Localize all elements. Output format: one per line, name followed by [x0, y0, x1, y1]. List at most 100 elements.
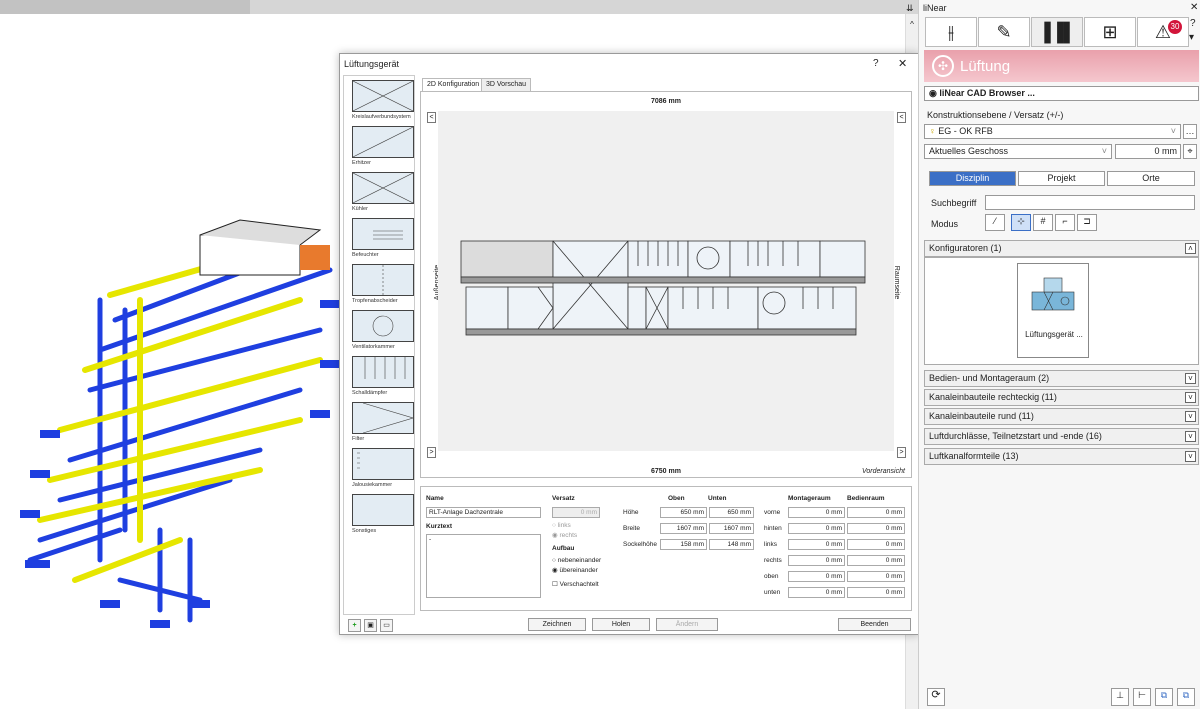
duct-yellow — [82, 297, 303, 373]
chevron-down-icon[interactable]: ˅ — [1185, 411, 1196, 422]
hoehe-unten-input[interactable]: 650 mm — [709, 507, 754, 518]
tab-2d-configuration[interactable]: 2D Konfiguration — [422, 78, 485, 91]
montage-input-0[interactable]: 0 mm — [788, 507, 845, 518]
help-icon[interactable]: ? — [873, 58, 879, 69]
ahu-section — [627, 286, 647, 330]
component-louvre-chamber[interactable]: Jalousiekammer — [352, 448, 414, 488]
holen-button[interactable]: Holen — [592, 618, 650, 631]
breite-oben-input[interactable]: 1607 mm — [660, 523, 707, 534]
category-konfiguratoren[interactable]: Konfiguratoren (1) ˄ — [924, 240, 1199, 257]
hoehe-oben-input[interactable]: 650 mm — [660, 507, 707, 518]
component-silencer[interactable]: Schalldämpfer — [352, 356, 414, 396]
scroll-left-bottom-button[interactable]: > — [427, 447, 436, 458]
tool-c-icon[interactable]: ⧉ — [1155, 688, 1173, 706]
add-icon[interactable]: + — [348, 619, 361, 632]
chevron-up-icon[interactable]: ˄ — [1185, 243, 1196, 254]
bedien-input-0[interactable]: 0 mm — [847, 507, 905, 518]
ahu-2d-canvas[interactable] — [438, 111, 894, 451]
component-humidifier[interactable]: Befeuchter — [352, 218, 414, 258]
scroll-right-bottom-button[interactable]: > — [897, 447, 906, 458]
name-label: Name — [426, 495, 444, 502]
bedien-input-1[interactable]: 0 mm — [847, 523, 905, 534]
filter-orte-button[interactable]: Orte — [1107, 171, 1195, 186]
category-bedien-montageraum[interactable]: Bedien- und Montageraum (2) ˅ — [924, 370, 1199, 387]
montage-input-1[interactable]: 0 mm — [788, 523, 845, 534]
montage-input-3[interactable]: 0 mm — [788, 555, 845, 566]
kurztext-input[interactable]: - — [426, 534, 541, 598]
pin-icon[interactable]: ⇊ — [906, 3, 914, 14]
filter-disziplin-button[interactable]: Disziplin — [929, 171, 1016, 186]
tab-edit-pencil-icon[interactable]: ✎ — [978, 17, 1030, 47]
sockelhoehe-unten-input[interactable]: 148 mm — [709, 539, 754, 550]
aufbau-ueber-radio[interactable]: ◉ übereinander — [552, 566, 598, 574]
tab-3d-preview[interactable]: 3D Vorschau — [481, 78, 532, 91]
versatz-input[interactable]: 0 mm — [552, 507, 600, 518]
mode-connect-icon[interactable]: ⊐ — [1077, 214, 1097, 231]
component-other[interactable]: Sonstiges — [352, 494, 414, 534]
sockelhoehe-oben-input[interactable]: 158 mm — [660, 539, 707, 550]
bedien-input-4[interactable]: 0 mm — [847, 571, 905, 582]
zeichnen-button[interactable]: Zeichnen — [528, 618, 586, 631]
geschoss-select[interactable]: Aktuelles Geschoss ˅ — [924, 144, 1112, 159]
component-heat-recovery[interactable]: Kreislaufverbundsystem — [352, 80, 414, 120]
tab-warning-icon[interactable]: ⚠ 30 — [1137, 17, 1189, 47]
cad-3d-ductwork-view[interactable] — [0, 200, 345, 660]
component-fan-chamber[interactable]: Ventilatorkammer — [352, 310, 414, 350]
crosshair-icon[interactable]: ⌖ — [1183, 144, 1197, 159]
ahu-base-upper — [460, 276, 866, 284]
beenden-button[interactable]: Beenden — [838, 618, 911, 631]
category-luftkanalformteile[interactable]: Luftkanalformteile (13) ˅ — [924, 448, 1199, 465]
offset-input[interactable]: 0 mm — [1115, 144, 1181, 159]
tab-grid-icon[interactable]: ⊞ — [1084, 17, 1136, 47]
ahu-section — [507, 286, 554, 330]
breite-unten-input[interactable]: 1607 mm — [709, 523, 754, 534]
refresh-icon[interactable]: ⟳ — [927, 688, 945, 706]
panel-close-icon[interactable]: ✕ — [1190, 2, 1198, 13]
panel-tabs: ⫲ ✎ ▐▐▌ ⊞ ⚠ 30 — [925, 17, 1195, 47]
mode-insert-icon[interactable]: ⊹ — [1011, 214, 1031, 231]
bedien-input-3[interactable]: 0 mm — [847, 555, 905, 566]
filter-projekt-button[interactable]: Projekt — [1018, 171, 1105, 186]
tab-library-icon[interactable]: ▐▐▌ — [1031, 17, 1083, 47]
tab-settings-sliders-icon[interactable]: ⫲ — [925, 17, 977, 47]
ahu-config-icon — [1031, 277, 1075, 311]
scroll-left-top-button[interactable]: < — [427, 112, 436, 123]
component-heater[interactable]: Erhitzer — [352, 126, 414, 166]
category-kanaleinbauteile-rechteckig[interactable]: Kanaleinbauteile rechteckig (11) ˅ — [924, 389, 1199, 406]
ebene-more-button[interactable]: … — [1183, 124, 1197, 139]
montage-input-5[interactable]: 0 mm — [788, 587, 845, 598]
tool-a-icon[interactable]: ⊥ — [1111, 688, 1129, 706]
mode-grid-icon[interactable]: # — [1033, 214, 1053, 231]
mode-pipette-icon[interactable]: ⁄ — [985, 214, 1005, 231]
aufbau-neben-radio[interactable]: ○ nebeneinander — [552, 557, 601, 564]
config-item-ahu[interactable]: Lüftungsgerät ... — [1017, 263, 1089, 358]
cad-browser-button[interactable]: ◉ liNear CAD Browser ... — [924, 86, 1199, 101]
chevron-down-icon[interactable]: ˅ — [1185, 451, 1196, 462]
save-icon[interactable]: ▣ — [364, 619, 377, 632]
category-luftdurchlaesse[interactable]: Luftdurchlässe, Teilnetzstart und -ende … — [924, 428, 1199, 445]
versatz-links-radio[interactable]: ○ links — [552, 522, 571, 529]
mode-route-icon[interactable]: ⌐ — [1055, 214, 1075, 231]
bedien-input-2[interactable]: 0 mm — [847, 539, 905, 550]
category-kanaleinbauteile-rund[interactable]: Kanaleinbauteile rund (11) ˅ — [924, 408, 1199, 425]
chevron-down-icon[interactable]: ˅ — [1185, 373, 1196, 384]
close-icon[interactable]: ✕ — [898, 57, 907, 70]
chevron-down-icon[interactable]: ˅ — [1185, 392, 1196, 403]
suchbegriff-input[interactable] — [985, 195, 1195, 210]
component-filter[interactable]: Filter — [352, 402, 415, 442]
chevron-down-icon[interactable]: ˅ — [1185, 431, 1196, 442]
component-cooler[interactable]: Kühler — [352, 172, 414, 212]
montage-input-2[interactable]: 0 mm — [788, 539, 845, 550]
tool-d-icon[interactable]: ⧉ — [1177, 688, 1195, 706]
aendern-button[interactable]: Ändern — [656, 618, 718, 631]
scroll-right-top-button[interactable]: < — [897, 112, 906, 123]
component-droplet-separator[interactable]: Tropfenabscheider — [352, 264, 414, 304]
versatz-rechts-radio[interactable]: ◉ rechts — [552, 531, 577, 539]
ebene-select[interactable]: ♀ EG - OK RFB ˅ — [924, 124, 1181, 139]
bedien-input-5[interactable]: 0 mm — [847, 587, 905, 598]
montage-input-4[interactable]: 0 mm — [788, 571, 845, 582]
tool-b-icon[interactable]: ⊢ — [1133, 688, 1151, 706]
verschachtelt-checkbox[interactable]: ☐ Verschachtelt — [552, 580, 599, 588]
open-icon[interactable]: ▭ — [380, 619, 393, 632]
name-input[interactable]: RLT-Anlage Dachzentrale — [426, 507, 541, 518]
